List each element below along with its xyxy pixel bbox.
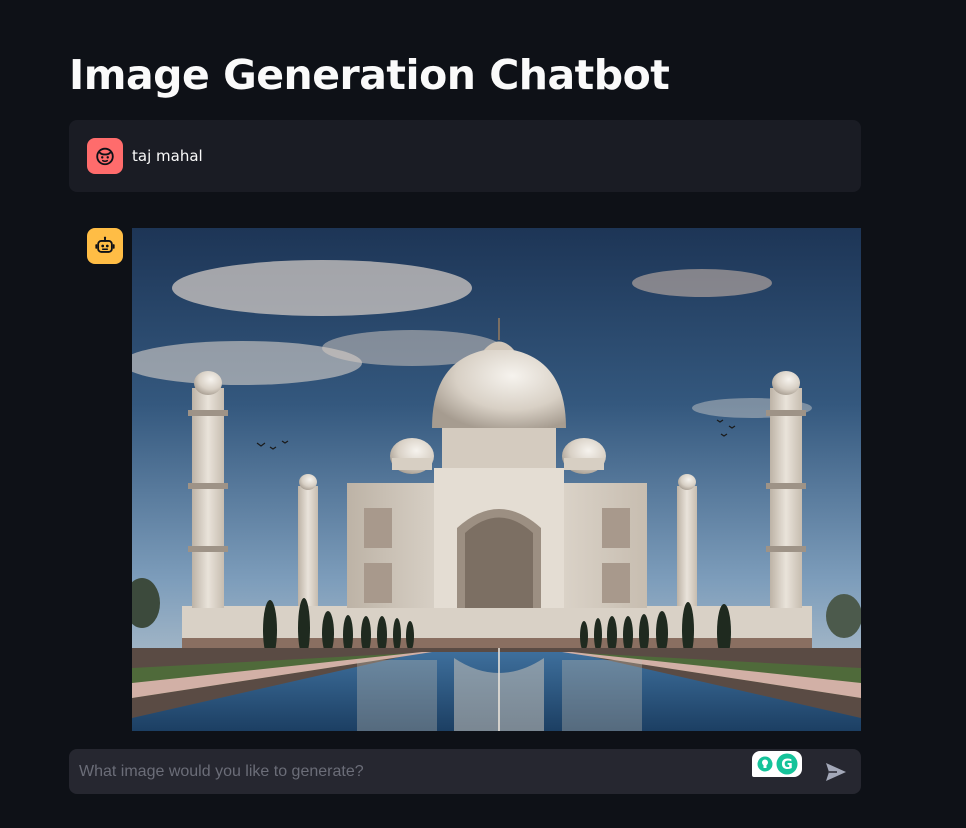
grammarly-icon: G xyxy=(776,753,797,775)
send-arrow-icon xyxy=(826,763,846,781)
user-message-text: taj mahal xyxy=(132,147,203,165)
user-avatar xyxy=(87,138,123,174)
generated-image xyxy=(132,228,861,731)
svg-text:G: G xyxy=(781,757,793,773)
user-face-icon xyxy=(96,147,114,166)
robot-icon xyxy=(95,236,115,253)
chat-input[interactable] xyxy=(69,749,729,794)
page-title: Image Generation Chatbot xyxy=(69,51,670,99)
lightbulb-icon xyxy=(757,756,772,772)
assistant-avatar xyxy=(87,228,123,264)
chat-page: Image Generation Chatbot taj mahal What … xyxy=(0,0,966,828)
user-message: taj mahal xyxy=(69,120,861,192)
send-button[interactable] xyxy=(822,759,850,785)
grammarly-widget[interactable]: G xyxy=(752,751,802,777)
chat-input-bar: G xyxy=(69,749,861,794)
